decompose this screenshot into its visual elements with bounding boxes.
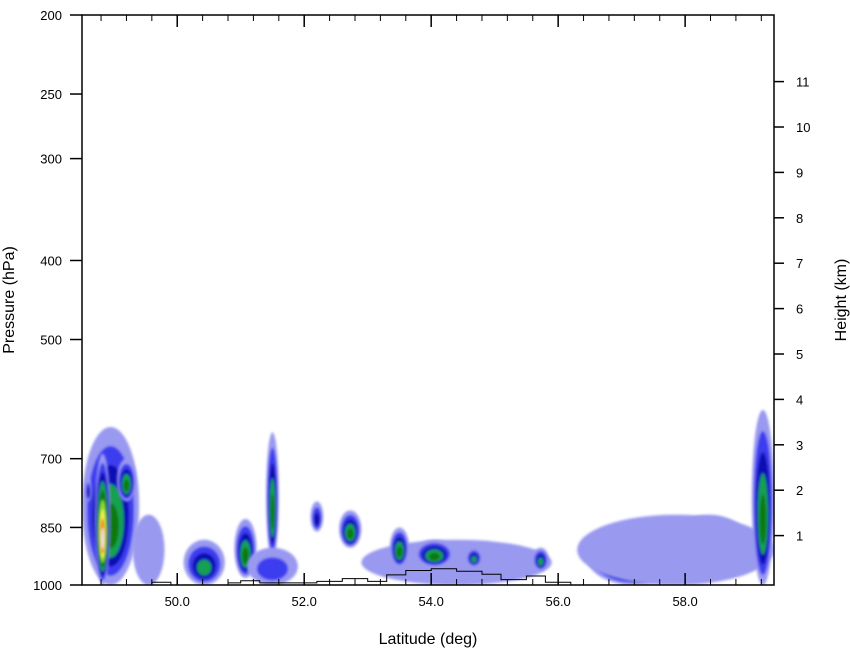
y-right-tick-label: 5 bbox=[796, 347, 803, 362]
echo-cell-8-level-2 bbox=[256, 557, 289, 581]
echo-cell-12 bbox=[389, 527, 409, 567]
echo-cell-19-level-5 bbox=[759, 494, 767, 545]
y-right-tick-label: 2 bbox=[796, 483, 803, 498]
echo-cell-10 bbox=[339, 510, 362, 548]
y-right-tick-label: 9 bbox=[796, 165, 803, 180]
echo-cell-10-level-5 bbox=[347, 528, 354, 540]
echo-cell-0 bbox=[82, 426, 140, 585]
echo-cell-4-level-1 bbox=[132, 514, 165, 585]
plot-background bbox=[82, 15, 774, 585]
echo-cell-19 bbox=[751, 409, 774, 585]
echo-cell-13-level-5 bbox=[428, 552, 440, 561]
y-right-tick-label: 7 bbox=[796, 256, 803, 271]
echo-cell-18 bbox=[577, 514, 774, 585]
x-tick-label: 50.0 bbox=[165, 594, 190, 609]
y-left-tick-label: 850 bbox=[40, 520, 62, 535]
echo-cell-15-level-4 bbox=[537, 557, 544, 566]
y-right-tick-label: 1 bbox=[796, 529, 803, 544]
y-left-tick-label: 300 bbox=[40, 152, 62, 167]
y-right-tick-label: 3 bbox=[796, 438, 803, 453]
cross-section-chart: 50.0 52.0 54.0 56.0 58.0 1000 850 700 500 400 300… bbox=[1, 8, 850, 648]
echo-cell-15 bbox=[532, 547, 549, 571]
echo-cell-11-level-1 bbox=[361, 539, 552, 585]
echo-cell-13 bbox=[415, 539, 454, 567]
x-axis-label: Latitude (deg) bbox=[379, 631, 478, 648]
echo-cell-14 bbox=[466, 547, 482, 567]
y-left-tick-label: 1000 bbox=[33, 578, 62, 593]
left-axis-label: Pressure (hPa) bbox=[1, 246, 18, 354]
echo-cell-9 bbox=[310, 501, 324, 532]
y-left-tick-label: 250 bbox=[40, 87, 62, 102]
echo-cell-12-level-5 bbox=[396, 546, 403, 558]
echo-cell-7-level-5 bbox=[270, 493, 275, 530]
echo-cell-1 bbox=[94, 453, 111, 585]
echo-cell-8 bbox=[247, 547, 298, 585]
echo-cell-3-level-3 bbox=[86, 487, 90, 498]
y-right-tick-label: 10 bbox=[796, 120, 810, 135]
echo-cell-2 bbox=[116, 458, 136, 502]
x-tick-label: 58.0 bbox=[672, 594, 697, 609]
echo-cell-18-level-1 bbox=[577, 514, 774, 585]
echo-cell-14-level-4 bbox=[471, 556, 477, 563]
echo-cell-9-level-3 bbox=[314, 512, 320, 527]
y-left-tick-label: 500 bbox=[40, 333, 62, 348]
y-left-tick-label: 200 bbox=[40, 8, 62, 23]
echo-cell-7 bbox=[266, 432, 279, 560]
x-tick-label: 52.0 bbox=[292, 594, 317, 609]
y-left-tick-label: 400 bbox=[40, 253, 62, 268]
x-tick-label: 56.0 bbox=[545, 594, 570, 609]
y-left-tick-label: 700 bbox=[40, 452, 62, 467]
echo-cell-2-level-5 bbox=[123, 479, 130, 492]
echo-cell-4 bbox=[132, 514, 165, 585]
right-axis-ticks: 1 2 3 4 5 6 7 8 9 10 11 bbox=[774, 75, 810, 544]
right-axis-label: Height (km) bbox=[833, 259, 850, 342]
y-right-tick-label: 11 bbox=[796, 75, 810, 90]
y-right-tick-label: 6 bbox=[796, 302, 803, 317]
echo-cell-11 bbox=[361, 539, 552, 585]
echo-cell-1-level-9 bbox=[101, 527, 104, 550]
echo-cell-3 bbox=[85, 478, 92, 502]
echo-cell-5 bbox=[183, 539, 225, 585]
echo-cell-5-level-4 bbox=[197, 559, 212, 576]
y-right-tick-label: 4 bbox=[796, 392, 803, 407]
echo-cell-6-level-5 bbox=[242, 547, 249, 565]
y-right-tick-label: 8 bbox=[796, 211, 803, 226]
x-tick-label: 54.0 bbox=[419, 594, 444, 609]
left-axis-ticks: 1000 850 700 500 400 300 250 200 bbox=[33, 8, 82, 593]
